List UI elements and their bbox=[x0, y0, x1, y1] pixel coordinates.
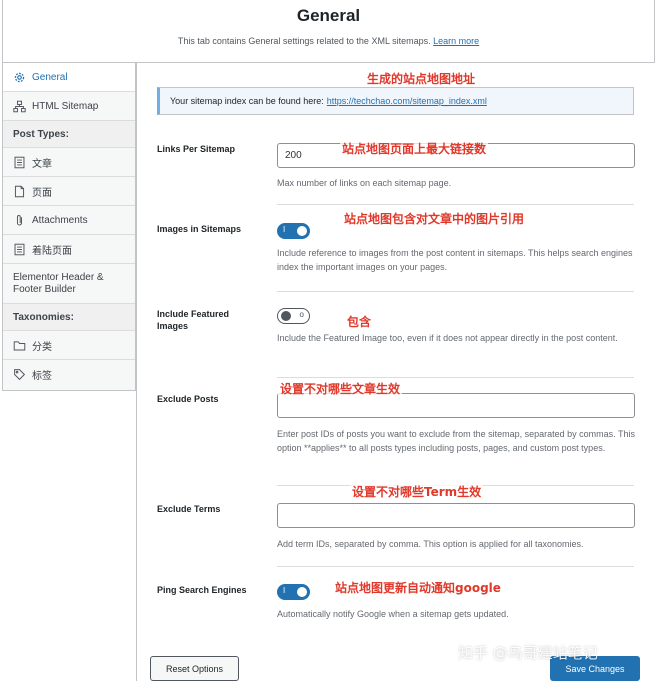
links-per-sitemap-help: Max number of links on each sitemap page… bbox=[277, 178, 452, 188]
description-text: This tab contains General settings relat… bbox=[177, 36, 431, 46]
learn-more-link[interactable]: Learn more bbox=[433, 36, 479, 46]
attachment-icon bbox=[13, 214, 26, 227]
divider bbox=[277, 377, 634, 378]
folder-icon bbox=[13, 339, 26, 352]
watermark: 知乎 @鸟哥建站笔记 bbox=[458, 644, 598, 662]
page-description: This tab contains General settings relat… bbox=[3, 36, 654, 46]
post-types-heading: Post Types: bbox=[3, 121, 135, 148]
ping-search-engines-label: Ping Search Engines bbox=[157, 585, 247, 595]
toggle-off-mark: o bbox=[299, 310, 304, 319]
images-in-sitemaps-help: Include reference to images from the pos… bbox=[277, 248, 633, 272]
exclude-posts-help: Enter post IDs of posts you want to excl… bbox=[277, 429, 636, 453]
sidebar-item-elementor-hf[interactable]: Elementor Header & Footer Builder bbox=[3, 264, 135, 304]
sidebar-item-label: HTML Sitemap bbox=[32, 100, 99, 112]
images-in-sitemaps-label: Images in Sitemaps bbox=[157, 224, 242, 234]
exclude-posts-label: Exclude Posts bbox=[157, 394, 219, 404]
sidebar-item-html-sitemap[interactable]: HTML Sitemap bbox=[3, 92, 135, 121]
settings-sidebar: General HTML Sitemap Post Types: 文章 页面 A… bbox=[2, 63, 136, 391]
sidebar-item-label: 页面 bbox=[32, 187, 52, 199]
notice-text: Your sitemap index can be found here: bbox=[170, 96, 324, 106]
exclude-terms-input[interactable] bbox=[277, 503, 635, 528]
divider bbox=[277, 566, 634, 567]
exclude-terms-help: Add term IDs, separated by comma. This o… bbox=[277, 539, 584, 549]
reset-options-button[interactable]: Reset Options bbox=[150, 656, 239, 681]
sidebar-item-label: 着陆页面 bbox=[32, 245, 72, 257]
annotation-exclude-posts: 设置不对哪些文章生效 bbox=[278, 380, 403, 397]
exclude-terms-label: Exclude Terms bbox=[157, 504, 221, 514]
divider bbox=[277, 204, 634, 205]
sidebar-item-label: 标签 bbox=[32, 371, 52, 382]
include-featured-images-label: Include Featured Images bbox=[157, 309, 230, 331]
annotation-ping: 站点地图更新自动通知google bbox=[333, 579, 503, 596]
toggle-on-mark: I bbox=[283, 586, 286, 595]
include-featured-images-help: Include the Featured Image too, even if … bbox=[277, 333, 618, 343]
annotation-include: 包含 bbox=[345, 313, 374, 330]
ping-search-engines-help: Automatically notify Google when a sitem… bbox=[277, 609, 509, 619]
toggle-on-mark: I bbox=[283, 225, 286, 234]
sidebar-item-pages[interactable]: 页面 bbox=[3, 177, 135, 206]
sidebar-item-landing-pages[interactable]: 着陆页面 bbox=[3, 235, 135, 264]
gear-icon bbox=[13, 71, 26, 84]
sidebar-item-label: Elementor Header & Footer Builder bbox=[13, 271, 104, 295]
sidebar-item-attachments[interactable]: Attachments bbox=[3, 206, 135, 235]
post-icon bbox=[13, 156, 26, 169]
links-per-sitemap-label: Links Per Sitemap bbox=[157, 144, 236, 154]
images-in-sitemaps-toggle[interactable]: I bbox=[277, 223, 310, 239]
divider bbox=[277, 291, 634, 292]
landing-page-icon bbox=[13, 243, 26, 256]
sidebar-item-posts[interactable]: 文章 bbox=[3, 148, 135, 177]
tag-icon bbox=[13, 368, 26, 381]
sidebar-item-categories[interactable]: 分类 bbox=[3, 331, 135, 360]
ping-search-engines-toggle[interactable]: I bbox=[277, 584, 310, 600]
annotation-include-images: 站点地图包含对文章中的图片引用 bbox=[342, 210, 527, 227]
sidebar-item-label: 文章 bbox=[32, 158, 52, 170]
sidebar-item-general[interactable]: General bbox=[3, 63, 135, 92]
page-icon bbox=[13, 185, 26, 198]
annotation-exclude-terms: 设置不对哪些Term生效 bbox=[350, 483, 484, 500]
sidebar-item-label: Attachments bbox=[32, 214, 88, 226]
page-title: General bbox=[296, 6, 361, 25]
sitemap-icon bbox=[13, 100, 26, 113]
sidebar-item-label: 分类 bbox=[32, 341, 52, 353]
sitemap-index-link[interactable]: https://techchao.com/sitemap_index.xml bbox=[327, 96, 487, 106]
include-featured-images-toggle[interactable]: o bbox=[277, 308, 310, 324]
sitemap-index-notice: Your sitemap index can be found here: ht… bbox=[157, 87, 634, 115]
annotation-max-links: 站点地图页面上最大链接数 bbox=[340, 140, 489, 157]
taxonomies-heading: Taxonomies: bbox=[3, 304, 135, 331]
page-header: General This tab contains General settin… bbox=[2, 0, 655, 63]
sidebar-item-label: General bbox=[32, 71, 68, 83]
annotation-sitemap-address: 生成的站点地图地址 bbox=[365, 70, 478, 87]
sidebar-item-tags[interactable]: 标签 bbox=[3, 360, 135, 389]
